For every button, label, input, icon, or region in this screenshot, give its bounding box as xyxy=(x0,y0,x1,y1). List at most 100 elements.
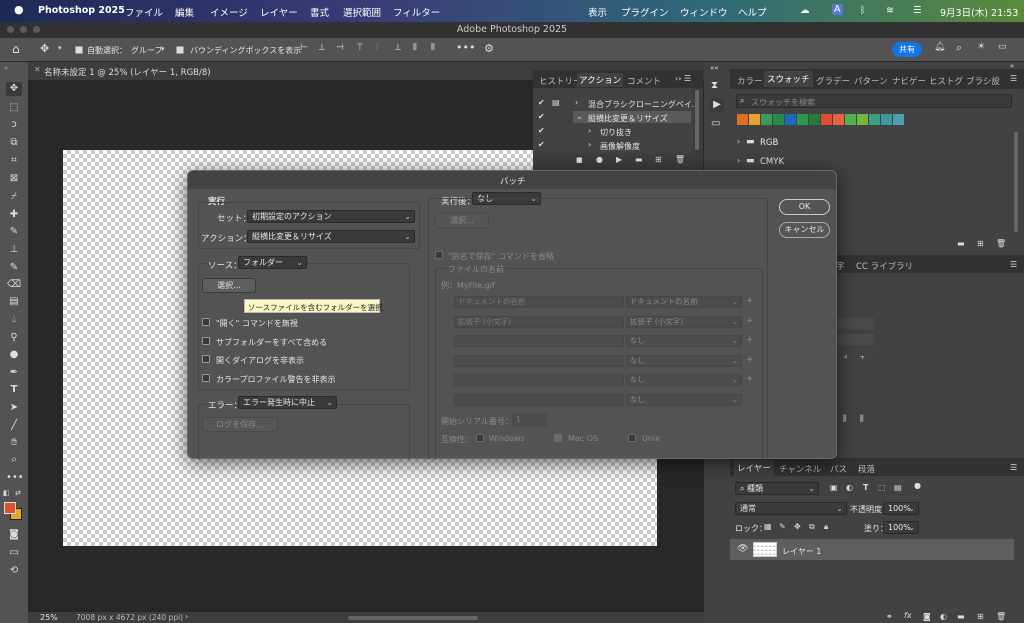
notifications-bell-icon[interactable]: 🔔︎ xyxy=(934,42,945,52)
line-icon[interactable]: ╱ xyxy=(6,419,22,433)
expand-chevron-icon[interactable]: ⌄ xyxy=(576,112,583,121)
creative-cloud-icon[interactable]: ☁ xyxy=(800,5,810,16)
action-step[interactable]: 画像解像度 xyxy=(600,141,640,152)
distribute-2-icon[interactable]: ⫴ xyxy=(431,43,435,53)
crop-icon[interactable]: ⌗ xyxy=(6,154,22,168)
screen-mode-icon[interactable]: ▭ xyxy=(6,546,22,560)
lasso-icon[interactable]: ↄ xyxy=(6,118,22,132)
sponge-icon[interactable]: ● xyxy=(6,348,22,362)
collapse-tools-icon[interactable]: » xyxy=(4,64,8,72)
color-swatch[interactable] xyxy=(761,114,772,125)
zoom-level[interactable]: 25% xyxy=(40,613,58,622)
document-tab[interactable]: 名称未設定 1 @ 25% (レイヤー 1, RGB/8) xyxy=(44,66,211,78)
filter-pixel-icon[interactable]: ▣ xyxy=(830,483,838,492)
lock-position-icon[interactable]: ✥ xyxy=(794,522,801,531)
color-swatch[interactable] xyxy=(881,114,892,125)
save-log-button[interactable]: ログを保存... xyxy=(202,417,278,432)
filter-smart-icon[interactable]: ▤ xyxy=(894,483,902,492)
swatch-group-cmyk[interactable]: CMYK xyxy=(760,157,784,167)
menu-window[interactable]: ウィンドウ xyxy=(680,5,728,19)
tool-preset-chevron-icon[interactable]: ▾ xyxy=(58,44,62,52)
name-field-3[interactable] xyxy=(454,335,624,347)
ok-button[interactable]: OK xyxy=(779,199,830,215)
new-set-icon[interactable]: ▬ xyxy=(635,155,643,164)
delete-icon[interactable]: 🗑︎ xyxy=(996,612,1006,621)
name-field-6[interactable] xyxy=(454,394,624,406)
filter-type-icon[interactable]: T xyxy=(863,483,868,492)
filter-toggle-icon[interactable]: ● xyxy=(914,481,921,490)
actions-scrollbar[interactable] xyxy=(695,90,699,150)
zoom-icon[interactable]: ⌕ xyxy=(6,453,22,467)
suppress-open-checkbox[interactable] xyxy=(202,355,210,363)
set-select[interactable]: 初期設定のアクション ⌄ xyxy=(247,210,415,223)
new-layer-icon[interactable]: ⊞ xyxy=(977,612,984,621)
distribute-icon[interactable]: ⫼ xyxy=(843,414,847,424)
tab-cc-libraries[interactable]: CC ライブラリ xyxy=(856,260,913,272)
menu-file[interactable]: ファイル xyxy=(125,5,163,19)
choose-destination-button[interactable]: 選択... xyxy=(435,213,489,228)
color-swatch[interactable] xyxy=(809,114,820,125)
name-field-2[interactable]: 拡張子 (小文字) xyxy=(454,316,624,328)
menu-type[interactable]: 書式 xyxy=(310,5,329,19)
swatch-group-rgb[interactable]: RGB xyxy=(760,138,778,148)
history-icon[interactable]: ⧗ xyxy=(711,80,718,91)
stop-icon[interactable]: ■ xyxy=(576,156,583,164)
override-save-as-checkbox[interactable] xyxy=(435,251,443,259)
expand-chevron-icon[interactable]: › xyxy=(588,126,591,135)
color-swatch[interactable] xyxy=(773,114,784,125)
fill-field[interactable]: 100% ⌄ xyxy=(883,521,919,534)
color-swatch[interactable] xyxy=(797,114,808,125)
hand-icon[interactable]: ✋︎ xyxy=(6,436,22,450)
windows-checkbox[interactable] xyxy=(476,434,484,442)
dodge-icon[interactable]: ⚲ xyxy=(6,331,22,345)
visibility-eye-icon[interactable]: 👁︎ xyxy=(737,544,748,554)
filter-shape-icon[interactable]: ⬚ xyxy=(878,483,886,492)
panel-menu-icon[interactable]: ☰ xyxy=(1010,463,1017,472)
add-field-icon[interactable]: + xyxy=(746,296,754,306)
source-select[interactable]: フォルダー ⌄ xyxy=(238,256,307,269)
foreground-color-swatch[interactable] xyxy=(4,502,16,514)
expand-chevron-icon[interactable]: › xyxy=(575,98,578,107)
expand-chevron-icon[interactable]: › xyxy=(737,137,740,146)
lock-transparent-icon[interactable]: ▦ xyxy=(764,522,772,531)
settings-gear-icon[interactable]: ⚙ xyxy=(484,42,494,55)
align-right-icon[interactable]: ⊣ xyxy=(336,43,344,53)
action-check-icon[interactable]: ✔ xyxy=(538,140,545,149)
lock-pixels-icon[interactable]: ✎ xyxy=(779,522,786,531)
align-vcenter-icon[interactable]: ⫶ xyxy=(376,43,378,53)
swatches-scrollbar[interactable] xyxy=(1014,132,1018,232)
healing-brush-icon[interactable]: ✚ xyxy=(6,208,22,222)
quick-mask-icon[interactable]: ◙ xyxy=(6,528,22,542)
move-tool-icon[interactable]: ✥ xyxy=(40,42,49,55)
action-check-icon[interactable]: ✔ xyxy=(538,98,545,107)
align-left-icon[interactable]: ⊢ xyxy=(300,43,308,53)
menu-plugins[interactable]: プラグイン xyxy=(621,5,669,19)
discover-bulb-icon[interactable]: ☀ xyxy=(977,42,985,52)
action-item[interactable]: 混合ブラシクローニングペイ... xyxy=(588,99,699,110)
color-swatch[interactable] xyxy=(833,114,844,125)
color-swatch[interactable] xyxy=(821,114,832,125)
delete-icon[interactable]: 🗑︎ xyxy=(675,155,685,164)
name-field-1[interactable]: ドキュメントの名前 xyxy=(454,296,624,308)
object-select-icon[interactable]: ⧉ xyxy=(6,136,22,150)
pen-icon[interactable]: ✒ xyxy=(6,366,22,380)
share-button[interactable]: 共有 xyxy=(892,42,922,57)
move-icon[interactable]: ✥ xyxy=(6,82,22,96)
panel-menu-icon[interactable]: ☰ xyxy=(1010,260,1017,269)
record-icon[interactable]: ● xyxy=(596,155,603,164)
apple-icon[interactable]: ● xyxy=(14,3,24,16)
zoom-window-icon[interactable] xyxy=(33,26,40,33)
add-field-icon[interactable]: + xyxy=(746,316,754,326)
menu-image[interactable]: イメージ xyxy=(210,5,248,19)
path-select-icon[interactable]: ➤ xyxy=(6,401,22,415)
add-field-icon[interactable]: + xyxy=(746,374,754,384)
menu-view[interactable]: 表示 xyxy=(588,5,607,19)
override-open-checkbox[interactable] xyxy=(202,318,210,326)
layer-thumbnail[interactable] xyxy=(753,542,777,557)
bluetooth-icon[interactable]: ᛒ xyxy=(860,5,866,16)
distribute-1-icon[interactable]: ⫴ xyxy=(413,43,417,53)
add-field-icon[interactable]: + xyxy=(746,335,754,345)
action-step[interactable]: 切り抜き xyxy=(600,127,632,138)
name-select-4[interactable]: なし ⌄ xyxy=(626,355,742,367)
brush-icon[interactable]: ✎ xyxy=(6,225,22,239)
